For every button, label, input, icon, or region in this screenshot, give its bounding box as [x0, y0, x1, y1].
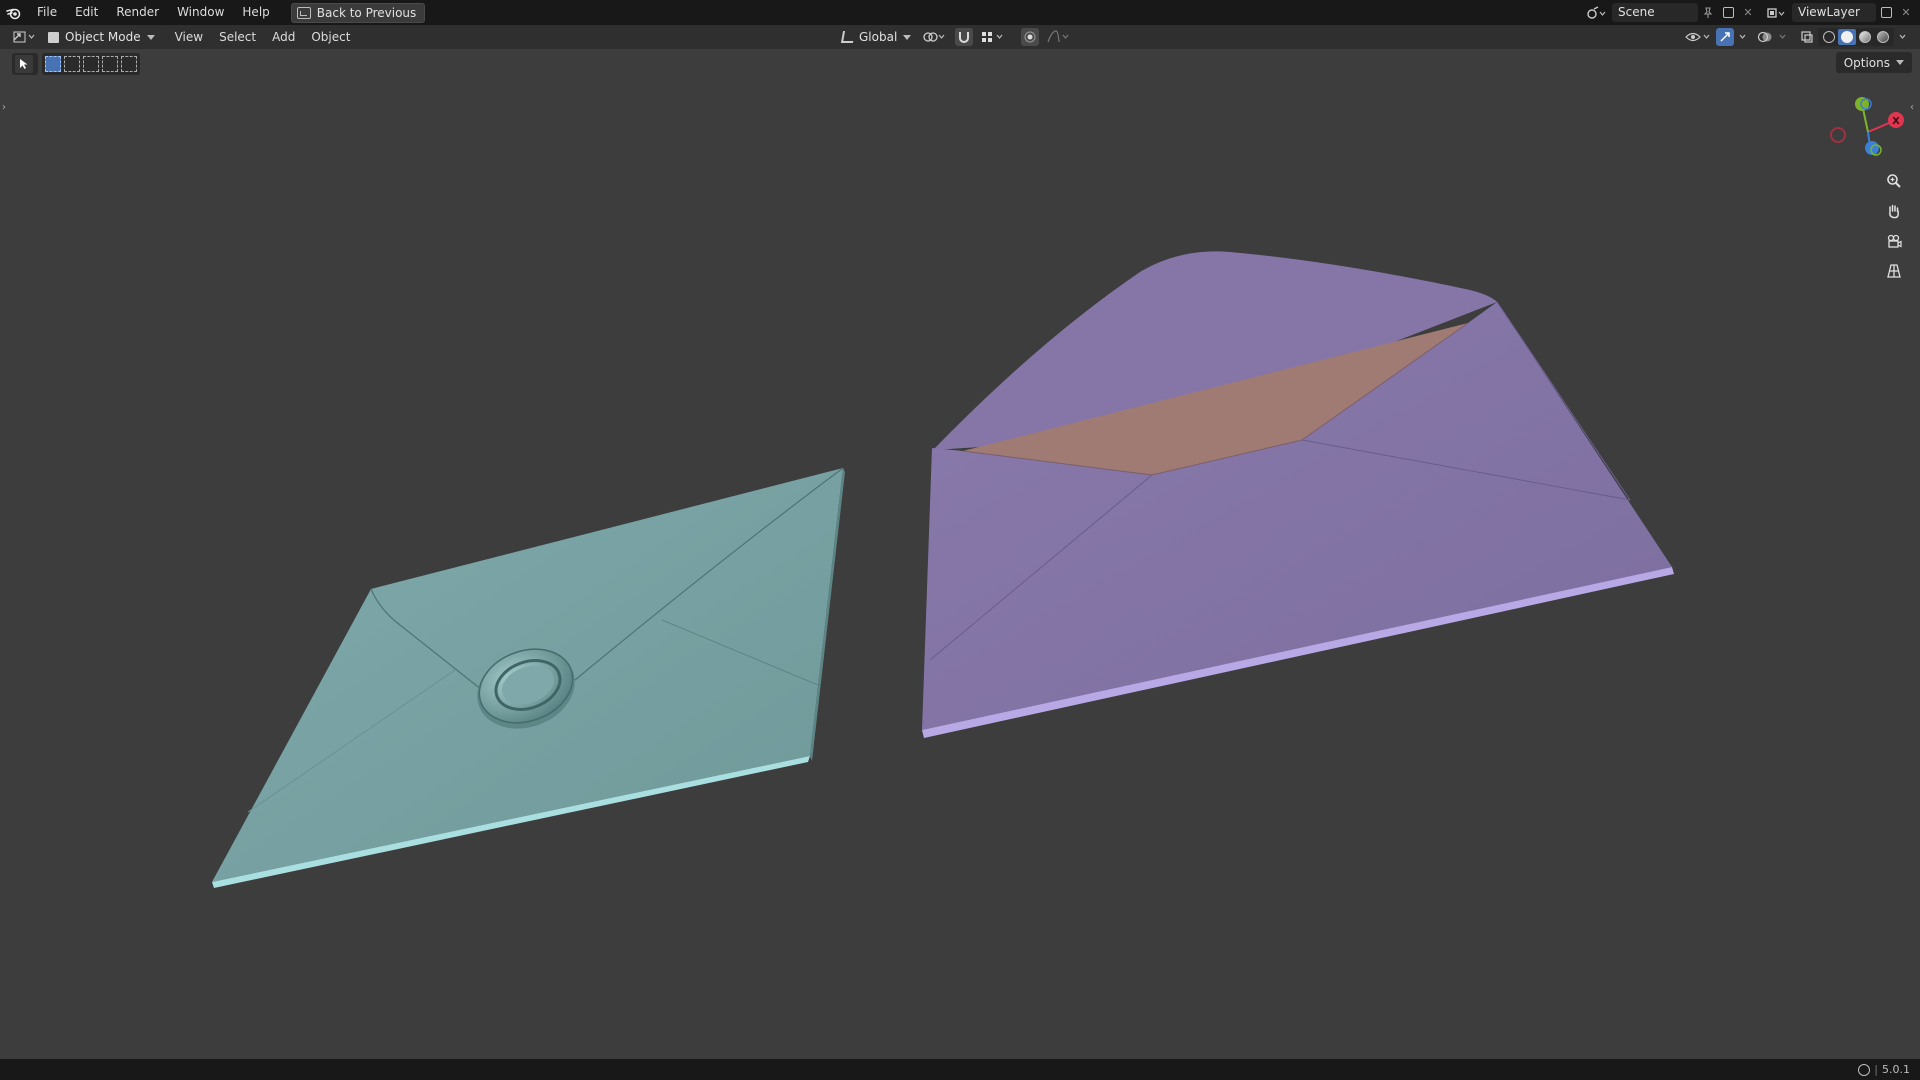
pin-icon[interactable]	[1698, 3, 1718, 22]
pivot-point-dropdown[interactable]	[921, 28, 949, 46]
view-layer-name-field[interactable]: ViewLayer	[1792, 3, 1876, 22]
select-subtract-icon[interactable]	[83, 56, 99, 72]
menu-select[interactable]: Select	[211, 25, 264, 49]
object-mode-label: Object Mode	[65, 30, 141, 44]
select-invert-icon[interactable]	[102, 56, 118, 72]
menu-file[interactable]: File	[28, 0, 66, 25]
scene-name-field[interactable]: Scene	[1612, 3, 1698, 22]
xray-toggle-icon[interactable]	[1798, 28, 1816, 46]
snap-target-dropdown[interactable]	[979, 28, 1007, 46]
orientation-icon	[840, 31, 856, 43]
screen-back-icon	[296, 6, 311, 19]
proportional-editing-icon[interactable]	[1021, 28, 1040, 46]
perspective-grid-icon[interactable]	[1880, 257, 1908, 285]
menu-object[interactable]: Object	[303, 25, 358, 49]
sidebar-toggle-chevron-icon[interactable]: ‹	[1910, 100, 1918, 116]
gizmo-dropdown[interactable]	[1736, 28, 1750, 46]
zoom-icon[interactable]	[1880, 167, 1908, 195]
falloff-dropdown[interactable]	[1045, 28, 1073, 46]
menu-render[interactable]: Render	[107, 0, 168, 25]
delete-view-layer-icon[interactable]: ✕	[1896, 3, 1916, 22]
chevron-down-icon	[903, 34, 912, 40]
snap-toggle-icon[interactable]	[955, 28, 974, 46]
x-axis-label: X	[1892, 116, 1900, 127]
menu-edit[interactable]: Edit	[66, 0, 107, 25]
select-extend-icon[interactable]	[64, 56, 80, 72]
status-bar: | 5.0.1	[0, 1059, 1920, 1080]
camera-view-icon[interactable]	[1880, 227, 1908, 255]
gizmo-toggle-icon[interactable]	[1716, 28, 1734, 46]
solid-shading-icon[interactable]	[1838, 29, 1856, 45]
version-separator: |	[1874, 1063, 1878, 1076]
view-layer-type-dropdown[interactable]	[1766, 3, 1786, 22]
blender-logo-icon[interactable]	[0, 0, 28, 25]
menu-view[interactable]: View	[167, 25, 211, 49]
overlay-dropdown[interactable]	[1776, 28, 1790, 46]
navigation-gizmo[interactable]: X	[1828, 90, 1908, 170]
select-intersect-icon[interactable]	[121, 56, 137, 72]
delete-scene-icon[interactable]: ✕	[1738, 3, 1758, 22]
options-label: Options	[1843, 55, 1890, 70]
active-tool-box	[12, 53, 38, 75]
visibility-dropdown[interactable]	[1684, 28, 1714, 46]
object-mode-dropdown[interactable]: Object Mode	[42, 27, 161, 47]
menu-add[interactable]: Add	[264, 25, 303, 49]
transform-orientation-label: Global	[859, 30, 898, 44]
menu-window[interactable]: Window	[168, 0, 233, 25]
material-preview-shading-icon[interactable]	[1856, 29, 1874, 45]
select-cursor-icon[interactable]	[15, 55, 33, 73]
closed-envelope[interactable]	[212, 467, 845, 888]
back-to-previous-button[interactable]: Back to Previous	[290, 2, 426, 23]
overlay-toggle-icon[interactable]	[1756, 28, 1774, 46]
version-label: 5.0.1	[1882, 1063, 1910, 1076]
neg-x-axis-handle[interactable]	[1830, 127, 1846, 143]
object-mode-icon	[48, 31, 59, 43]
open-envelope[interactable]	[922, 251, 1674, 738]
scene-selector: Scene ✕	[1586, 0, 1758, 25]
view-layer-selector: ViewLayer ✕	[1766, 0, 1916, 25]
rendered-shading-icon[interactable]	[1874, 29, 1892, 45]
wireframe-shading-icon[interactable]	[1820, 29, 1838, 45]
viewport-header: Object Mode View Select Add Object Globa…	[0, 25, 1920, 49]
toolbar-toggle-chevron-icon[interactable]: ›	[2, 100, 10, 116]
chevron-down-icon	[1896, 60, 1904, 65]
editor-type-dropdown[interactable]	[8, 27, 42, 47]
selection-mode-group	[42, 53, 140, 75]
tool-settings-row	[0, 49, 1920, 77]
shading-mode-group	[1818, 28, 1894, 46]
transform-orientation-dropdown[interactable]: Global	[838, 27, 915, 47]
3d-viewport[interactable]: › ‹	[0, 49, 1920, 1059]
back-to-previous-label: Back to Previous	[316, 5, 417, 20]
chevron-down-icon	[146, 34, 155, 40]
new-scene-icon[interactable]	[1718, 3, 1738, 22]
options-dropdown[interactable]: Options	[1835, 52, 1912, 73]
version-info: | 5.0.1	[1858, 1059, 1910, 1080]
globe-icon	[1858, 1063, 1871, 1076]
scene-type-dropdown[interactable]	[1586, 3, 1606, 22]
select-new-icon[interactable]	[45, 56, 61, 72]
pan-hand-icon[interactable]	[1880, 197, 1908, 225]
shading-dropdown[interactable]	[1896, 28, 1910, 46]
menu-help[interactable]: Help	[233, 0, 278, 25]
new-view-layer-icon[interactable]	[1876, 3, 1896, 22]
viewport-scene	[212, 251, 1674, 888]
